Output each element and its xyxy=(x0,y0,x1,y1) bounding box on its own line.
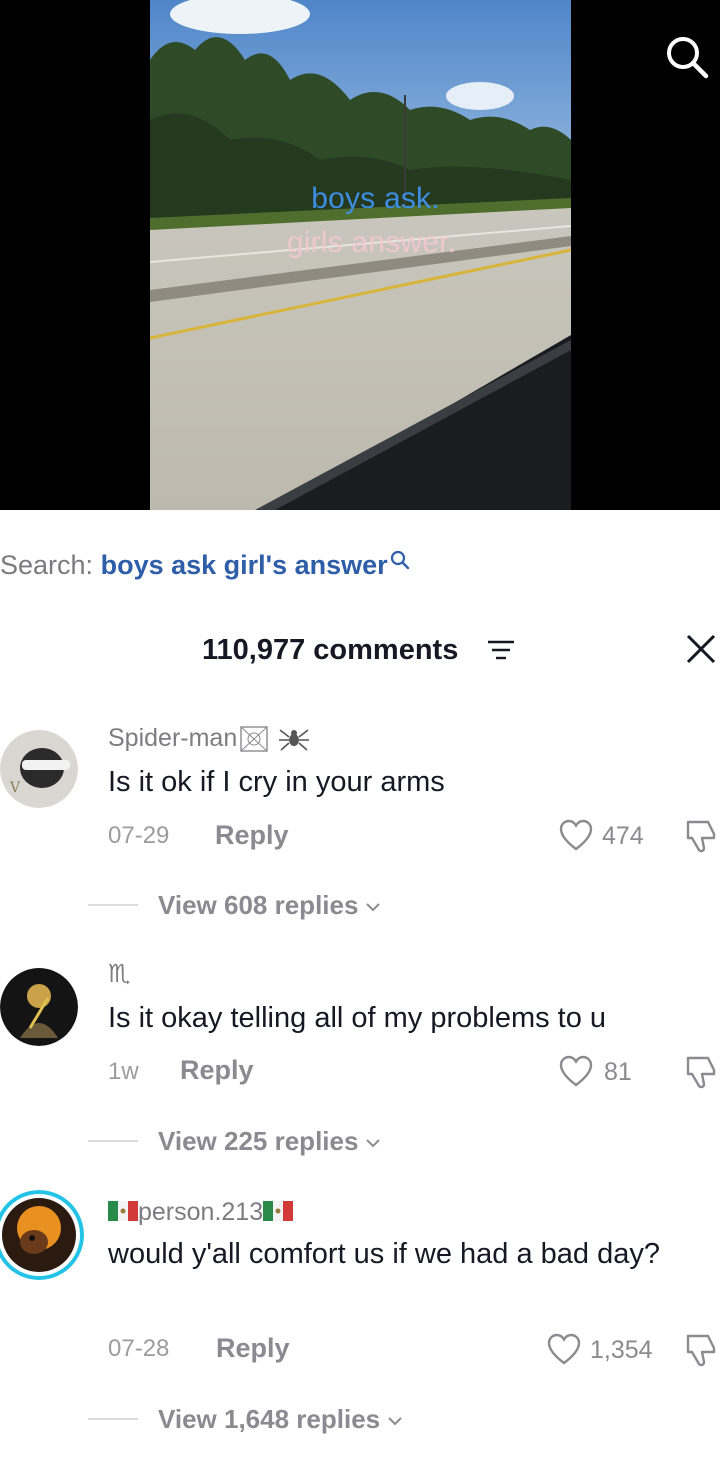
view-replies-button[interactable]: View 1,648 replies xyxy=(88,1402,508,1436)
view-replies-button[interactable]: View 608 replies xyxy=(88,888,488,922)
heart-icon xyxy=(559,819,593,851)
related-search-row[interactable]: Search: boys ask girl's answer xyxy=(0,546,410,584)
reply-button[interactable]: Reply xyxy=(180,1054,254,1086)
search-small-icon xyxy=(390,550,409,570)
comment-text: Is it ok if I cry in your arms xyxy=(108,766,445,798)
heart-icon xyxy=(559,1055,593,1087)
comment-date: 07-28 xyxy=(108,1335,170,1362)
chevron-down-icon xyxy=(388,1417,402,1426)
spider-web-icon xyxy=(240,726,268,753)
replies-divider-line xyxy=(88,904,138,906)
like-button[interactable]: 81 xyxy=(558,1054,648,1090)
close-icon[interactable] xyxy=(684,632,718,666)
comment-date: 07-29 xyxy=(108,822,170,849)
sort-filter-icon[interactable] xyxy=(486,638,516,662)
comment-text: Is it okay telling all of my problems to… xyxy=(108,1002,607,1034)
mexico-flag-icon xyxy=(108,1201,138,1222)
mexico-flag-icon xyxy=(263,1201,294,1222)
comment-text: would y'all comfort us if we had a bad d… xyxy=(108,1238,661,1270)
avatar-with-story-ring[interactable] xyxy=(0,1190,84,1280)
spider-icon xyxy=(279,729,310,751)
replies-divider-line xyxy=(88,1140,138,1142)
search-icon[interactable] xyxy=(664,34,710,80)
like-button[interactable]: 474 xyxy=(558,818,658,854)
comment-username[interactable]: person.213 xyxy=(108,1196,294,1228)
comments-count-title: 110,977 comments xyxy=(202,634,459,666)
view-replies-button[interactable]: View 225 replies xyxy=(88,1124,488,1158)
username-text: Spider-man xyxy=(108,724,238,752)
video-frame: boys ask. girls answer. xyxy=(150,0,571,510)
avatar[interactable] xyxy=(0,968,78,1046)
like-button[interactable]: 1,354 xyxy=(546,1332,666,1368)
video-overlay-caption-1: boys ask. xyxy=(311,182,440,215)
search-query-link[interactable]: boys ask girl's answer xyxy=(101,550,388,580)
dislike-icon[interactable] xyxy=(682,1054,720,1092)
like-count: 81 xyxy=(604,1058,632,1086)
comments-header: 110,977 comments xyxy=(0,628,720,672)
view-replies-label: View 225 replies xyxy=(158,1126,359,1156)
reply-button[interactable]: Reply xyxy=(216,1332,290,1364)
reply-button[interactable]: Reply xyxy=(215,819,289,851)
like-count: 474 xyxy=(602,822,644,850)
search-prefix-label: Search: xyxy=(0,550,94,580)
heart-icon xyxy=(547,1333,581,1365)
avatar[interactable]: V xyxy=(0,730,78,808)
username-text: person.213 xyxy=(138,1198,264,1226)
view-replies-label: View 608 replies xyxy=(158,890,359,920)
svg-text:V: V xyxy=(9,780,21,796)
view-replies-label: View 1,648 replies xyxy=(158,1404,381,1434)
chevron-down-icon xyxy=(366,1139,381,1148)
comment-username[interactable]: ♏ xyxy=(108,958,130,990)
comment-username[interactable]: Spider-man xyxy=(108,722,311,754)
replies-divider-line xyxy=(88,1418,138,1420)
video-overlay-caption-2: girls answer. xyxy=(286,226,457,259)
dislike-icon[interactable] xyxy=(682,818,720,856)
video-player[interactable]: boys ask. girls answer. xyxy=(0,0,720,510)
dislike-icon[interactable] xyxy=(682,1332,720,1370)
chevron-down-icon xyxy=(366,903,381,912)
comment-date: 1w xyxy=(108,1058,139,1085)
like-count: 1,354 xyxy=(590,1336,653,1364)
